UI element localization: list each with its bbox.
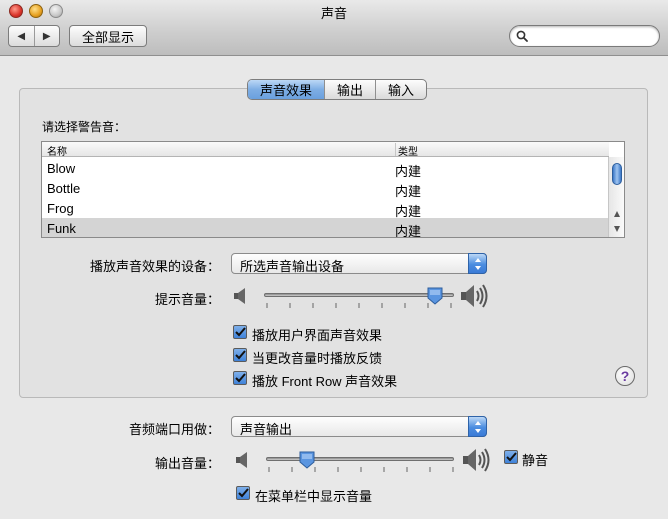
speaker-high-icon [463,448,490,472]
forward-button[interactable]: ▶ [33,26,60,46]
search-input[interactable] [532,28,654,44]
show-volume-in-menubar-label[interactable]: 在菜单栏中显示音量 [255,486,372,505]
popup-arrows-icon [468,253,487,274]
device-label: 播放声音效果的设备： [89,259,220,274]
alert-volume-slider-thumb[interactable] [427,287,443,305]
table-row[interactable]: Blow 内建 [42,158,609,179]
row-name: Funk [47,221,76,236]
ui-sound-effects-checkbox[interactable] [233,325,247,339]
port-popup[interactable]: 声音输出 [231,416,487,437]
column-header-type[interactable]: 类型 [395,143,418,158]
table-row[interactable]: Frog 内建 [42,198,609,219]
mute-label[interactable]: 静音 [522,450,548,469]
column-header-name[interactable]: 名称 [47,143,67,158]
port-label: 音频端口用做： [128,422,220,437]
search-field[interactable] [509,25,660,47]
table-scrollbar[interactable] [608,157,624,237]
table-header: 名称 类型 [42,142,609,158]
popup-arrows-icon [468,416,487,437]
checkmark-icon [234,327,246,337]
front-row-sound-checkbox[interactable] [233,371,247,385]
checkmark-icon [237,488,249,498]
row-type: 内建 [395,224,422,238]
speaker-low-icon [236,452,247,468]
scrollbar-thumb[interactable] [612,163,622,185]
scroll-down-arrow-icon[interactable] [613,225,621,233]
row-name: Bottle [47,181,81,196]
search-icon [516,30,528,42]
output-volume-ticks [268,467,454,472]
tab-output[interactable]: 输出 [324,80,375,99]
front-row-sound-label[interactable]: 播放 Front Row 声音效果 [252,371,397,390]
mute-checkbox[interactable] [504,450,518,464]
show-all-button[interactable]: 全部显示 [69,25,147,47]
speaker-high-icon [461,284,488,308]
alert-volume-ticks [266,303,452,308]
back-icon: ◀ [17,30,26,42]
checkmark-icon [234,350,246,360]
checkmark-icon [505,452,517,462]
speaker-low-icon [234,288,245,304]
row-name: Blow [47,161,76,176]
checkmark-icon [234,373,246,383]
ui-sound-effects-label[interactable]: 播放用户界面声音效果 [252,325,382,344]
output-volume-slider[interactable] [266,457,454,461]
volume-feedback-label[interactable]: 当更改音量时播放反馈 [252,348,382,367]
tab-sound-effects[interactable]: 声音效果 [248,80,325,99]
window-toolbar: 声音 ◀ ▶ 全部显示 [0,0,668,56]
port-popup-value: 声音输出 [240,422,293,437]
tab-input[interactable]: 输入 [375,80,426,99]
table-row[interactable]: Bottle 内建 [42,178,609,199]
volume-feedback-checkbox[interactable] [233,348,247,362]
window-title: 声音 [320,6,347,21]
output-volume-slider-thumb[interactable] [299,451,315,469]
back-forward-control: ◀ ▶ [8,25,60,47]
back-button[interactable]: ◀ [9,26,34,46]
device-popup[interactable]: 所选声音输出设备 [231,253,487,274]
scroll-up-arrow-icon[interactable] [613,210,621,218]
alert-volume-label: 提示音量： [154,292,220,307]
device-popup-value: 所选声音输出设备 [240,259,345,274]
tab-bar: 声音效果 输出 输入 [247,79,428,100]
alert-sound-label: 请选择警告音： [42,120,127,134]
alert-sound-table: 名称 类型 Blow 内建 Bottle 内建 Frog 内建 Funk 内建 [41,141,625,238]
row-name: Frog [47,201,74,216]
show-volume-in-menubar-checkbox[interactable] [236,486,250,500]
table-row-selected[interactable]: Funk 内建 [42,218,609,238]
forward-icon: ▶ [42,30,51,42]
help-button[interactable]: ? [615,366,635,386]
alert-volume-slider[interactable] [264,293,454,297]
output-volume-label: 输出音量： [154,456,220,471]
help-icon: ? [620,368,630,384]
